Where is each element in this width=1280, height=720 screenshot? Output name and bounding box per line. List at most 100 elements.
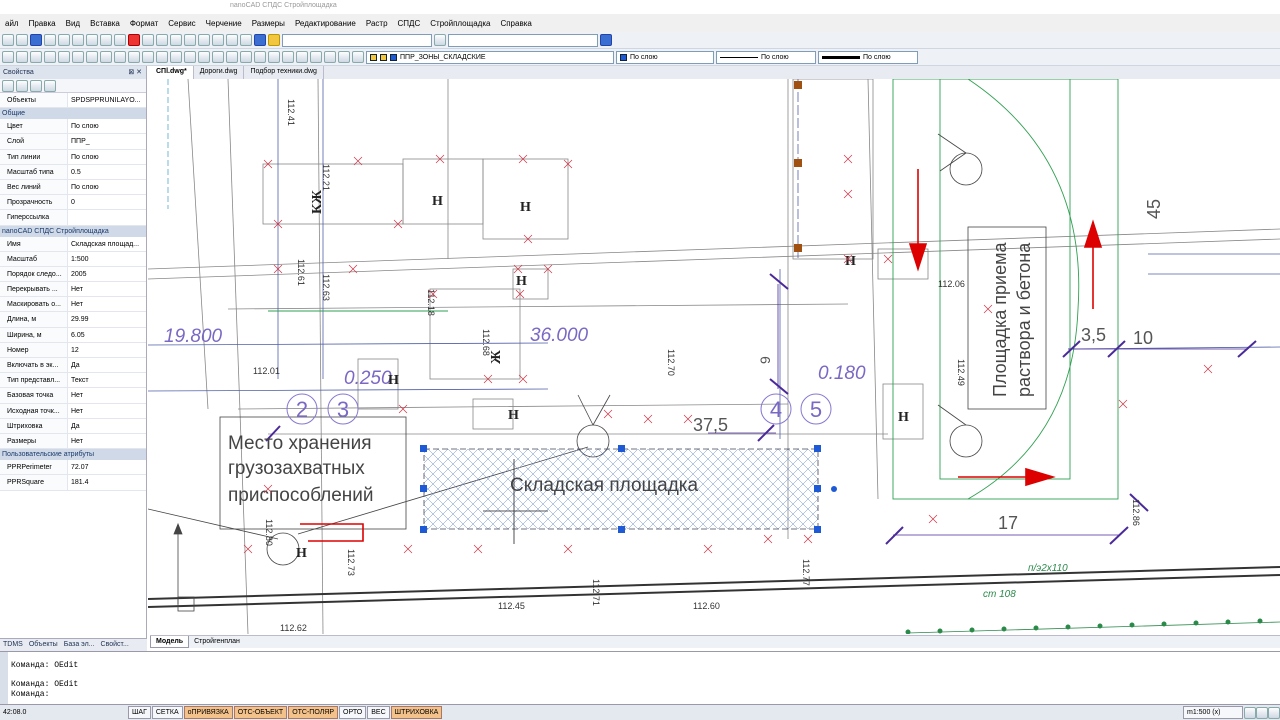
panel-tab[interactable]: База эл... <box>61 639 98 651</box>
menu-item[interactable]: Сервис <box>163 19 200 28</box>
spds-row[interactable]: Ширина, м 6.05 <box>0 327 146 343</box>
document-tab[interactable]: Подбор техники.dwg <box>244 66 324 79</box>
property-value[interactable]: По слою <box>68 180 146 194</box>
zoom-extents-icon[interactable] <box>212 34 224 46</box>
layout-tab[interactable]: Стройгенплан <box>189 636 245 648</box>
layout-tab[interactable]: Модель <box>150 636 190 648</box>
match-icon[interactable] <box>310 51 322 63</box>
menu-item[interactable]: Редактирование <box>290 19 361 28</box>
arc-icon[interactable] <box>30 51 42 63</box>
property-value[interactable]: Да <box>68 419 146 433</box>
property-value[interactable]: Складская площад... <box>68 237 146 251</box>
redo-icon[interactable] <box>156 34 168 46</box>
section-user-attributes[interactable]: Пользовательские атрибуты <box>0 449 146 461</box>
cut-icon[interactable] <box>86 34 98 46</box>
document-tab[interactable]: Дороги.dwg <box>194 66 245 79</box>
circle-icon[interactable] <box>44 51 56 63</box>
measure-icon[interactable] <box>226 34 238 46</box>
user-attr-row[interactable]: PPRPerimeter 72.07 <box>0 460 146 476</box>
menu-item[interactable]: Формат <box>125 19 163 28</box>
linetype-combo[interactable]: По слою <box>716 50 816 64</box>
preview-icon[interactable] <box>58 34 70 46</box>
spds-row[interactable]: Маскировать о... Нет <box>0 297 146 313</box>
trim-icon[interactable] <box>198 51 210 63</box>
spds-row[interactable]: Номер 12 <box>0 342 146 358</box>
extend-icon[interactable] <box>212 51 224 63</box>
menu-item[interactable]: айл <box>0 19 24 28</box>
block-icon[interactable] <box>100 51 112 63</box>
property-value[interactable] <box>68 210 146 224</box>
select-icon[interactable] <box>30 79 42 92</box>
status-toggle[interactable]: ШТРИХОВКА <box>390 706 443 719</box>
menu-item[interactable]: Размеры <box>247 19 290 28</box>
spds-row[interactable]: Исходная точк... Нет <box>0 403 146 419</box>
general-row[interactable]: Слой ППР_ <box>0 134 146 150</box>
close-icon[interactable]: ⊠ ✕ <box>128 66 142 79</box>
mirror-icon[interactable] <box>170 51 182 63</box>
scale-icon[interactable] <box>156 51 168 63</box>
explode-icon[interactable] <box>240 51 252 63</box>
line-icon[interactable] <box>2 51 14 63</box>
sort-icon[interactable] <box>44 79 56 92</box>
menu-item[interactable]: Вид <box>61 19 85 28</box>
property-value[interactable]: 6.05 <box>68 328 146 342</box>
text-style-combo[interactable] <box>282 33 432 47</box>
property-value[interactable]: По слою <box>68 150 146 164</box>
dim-style-combo[interactable] <box>448 33 598 47</box>
layer-state-icon[interactable] <box>282 51 294 63</box>
quick-select-icon[interactable] <box>2 79 14 92</box>
general-row[interactable]: Прозрачность 0 <box>0 195 146 211</box>
offset-icon[interactable] <box>184 51 196 63</box>
panel-tab[interactable]: Свойст... <box>98 639 132 651</box>
layers-icon[interactable] <box>268 51 280 63</box>
property-value[interactable]: Нет <box>68 404 146 418</box>
fullscreen-icon[interactable] <box>1268 706 1280 719</box>
text-icon[interactable] <box>86 51 98 63</box>
status-toggle[interactable]: СЕТКА <box>151 706 183 719</box>
property-value[interactable]: 0 <box>68 195 146 209</box>
delete-icon[interactable] <box>128 34 140 46</box>
section-spds[interactable]: nanoCAD СПДС Стройплощадка <box>0 225 146 237</box>
help-icon[interactable] <box>600 34 612 46</box>
freeze-icon[interactable] <box>338 51 350 63</box>
status-toggle[interactable]: ОРТО <box>339 706 367 719</box>
property-value[interactable]: Нет <box>68 297 146 311</box>
command-line[interactable]: Команда: OEdit Команда: OEdit Команда: <box>0 651 1280 705</box>
open-icon[interactable] <box>16 34 28 46</box>
hatch-icon[interactable] <box>72 51 84 63</box>
toggle-icon[interactable] <box>16 79 28 92</box>
general-row[interactable]: Цвет По слою <box>0 119 146 135</box>
property-value[interactable]: 29.99 <box>68 312 146 326</box>
property-value[interactable]: 1:500 <box>68 252 146 266</box>
status-toggle[interactable]: ОТС-ОБЪЕКТ <box>233 706 288 719</box>
menu-item[interactable]: Правка <box>24 19 61 28</box>
command-prompt[interactable]: Команда: <box>11 690 1280 700</box>
polyline-icon[interactable] <box>16 51 28 63</box>
property-value[interactable]: 72.07 <box>68 460 146 474</box>
panel-tab[interactable]: Объекты <box>26 639 61 651</box>
menu-item[interactable]: Вставка <box>85 19 125 28</box>
document-tab[interactable]: СПl.dwg* <box>150 66 194 79</box>
section-general[interactable]: Общие <box>0 108 146 120</box>
user-attr-row[interactable]: PPRSquare 181.4 <box>0 475 146 491</box>
drawing-canvas[interactable]: 19.800 36.000 0.250 0.180 2 3 4 5 37,5 1… <box>148 79 1280 634</box>
layer-prev-icon[interactable] <box>296 51 308 63</box>
status-toggle[interactable]: ОТС-ПОЛЯР <box>288 706 339 719</box>
menu-item[interactable]: Черчение <box>201 19 247 28</box>
menu-item[interactable]: СПДС <box>393 19 426 28</box>
scale-indicator[interactable]: m1:500 (x) <box>1183 706 1243 719</box>
spds-row[interactable]: Длина, м 29.99 <box>0 312 146 328</box>
status-toggle[interactable]: оПРИВЯЗКА <box>183 706 233 719</box>
property-value[interactable]: 0.5 <box>68 165 146 179</box>
lock-icon[interactable] <box>1244 706 1256 719</box>
spds-row[interactable]: Порядок следо... 2005 <box>0 266 146 283</box>
property-value[interactable]: 2005 <box>68 267 146 281</box>
spds-row[interactable]: Тип представл... Текст <box>0 373 146 389</box>
spds-row[interactable]: Штриховка Да <box>0 418 146 434</box>
pan-icon[interactable] <box>170 34 182 46</box>
settings-icon[interactable] <box>1256 706 1268 719</box>
property-value[interactable]: Нет <box>68 282 146 296</box>
general-row[interactable]: Вес линий По слою <box>0 179 146 196</box>
property-value[interactable]: Нет <box>68 434 146 448</box>
property-value[interactable]: 12 <box>68 343 146 357</box>
